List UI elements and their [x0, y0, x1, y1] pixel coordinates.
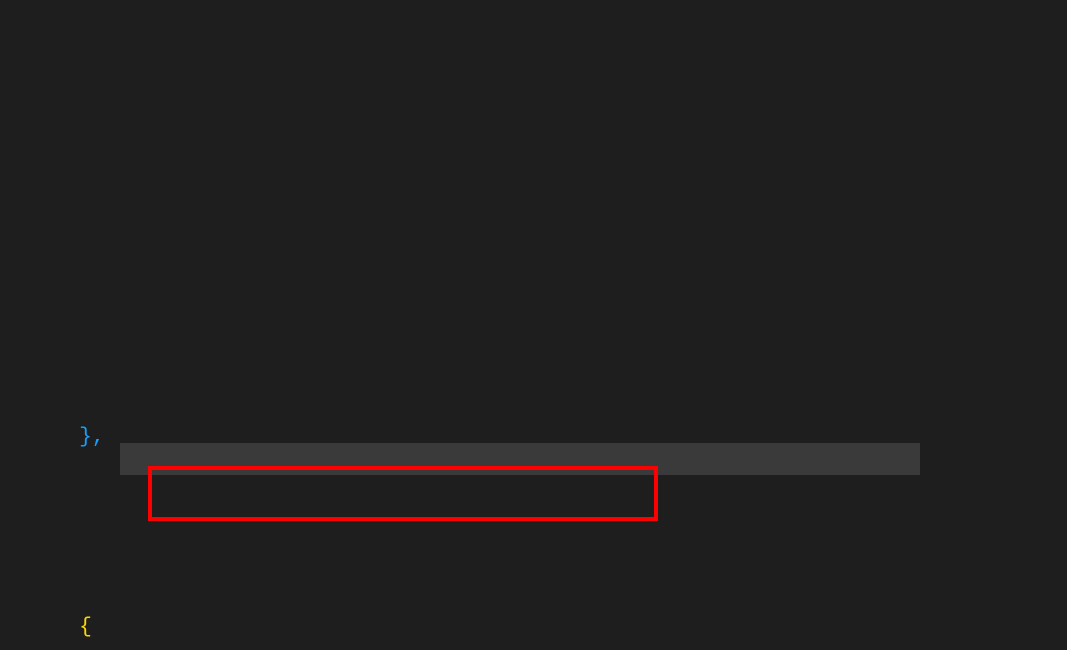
open-brace: { [79, 615, 92, 639]
close-brace: }, [79, 425, 105, 449]
code-line: { [14, 570, 1067, 608]
code-editor[interactable]: }, { "id": "1GTgAUSUa9CCGL1l4exuHw-us|00… [0, 0, 1067, 650]
code-line: }, [14, 380, 1067, 418]
text-selection [120, 443, 920, 475]
